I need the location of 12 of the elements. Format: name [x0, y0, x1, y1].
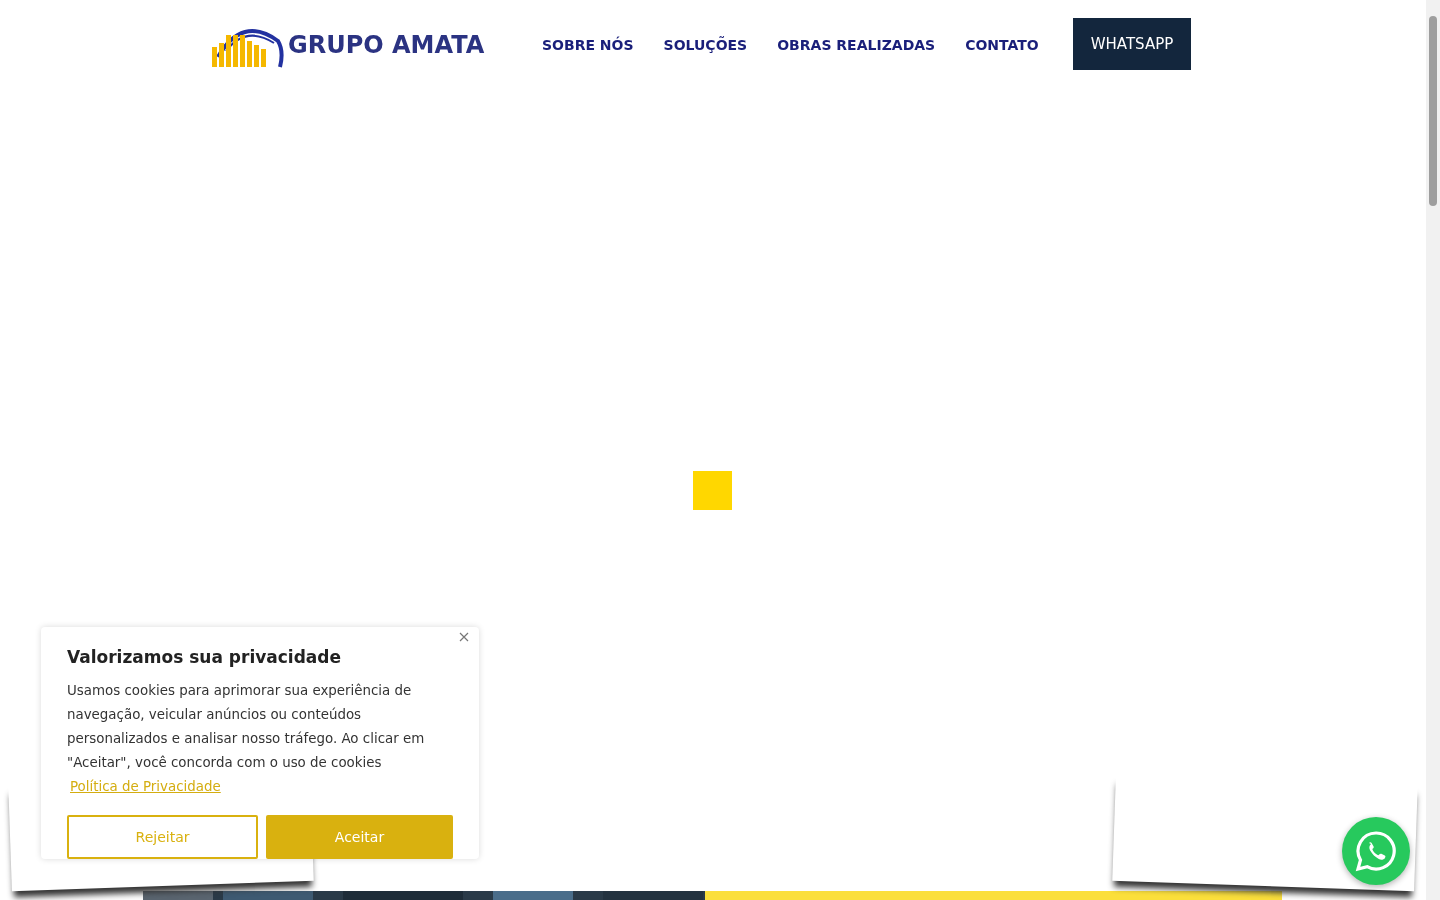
logo-wordmark[interactable]: GRUPO AMATA	[288, 31, 485, 59]
nav-link[interactable]: CONTATO	[965, 37, 1039, 53]
nav-link[interactable]: OBRAS REALIZADAS	[777, 37, 936, 53]
loading-square	[693, 471, 732, 510]
nav-link[interactable]: SOLUÇÕES	[663, 37, 748, 53]
whatsapp-button[interactable]: WHATSAPP	[1072, 18, 1192, 70]
scrollbar[interactable]	[1426, 0, 1440, 900]
chat-bubble-phone-icon	[1354, 829, 1398, 873]
cookie-message: Usamos cookies para aprimorar sua experiência de navegação, veicular anúncios ou conteúdos personalizados e analisar nosso tráfego. Ao clicar em "Aceitar", você concorda com o uso de cookies Política de Privacidade	[67, 682, 426, 796]
close-icon[interactable]	[457, 630, 471, 644]
cookie-title: Valorizamos sua privacidade	[67, 647, 342, 667]
nav-link[interactable]: SOBRE NÓS	[542, 37, 634, 53]
